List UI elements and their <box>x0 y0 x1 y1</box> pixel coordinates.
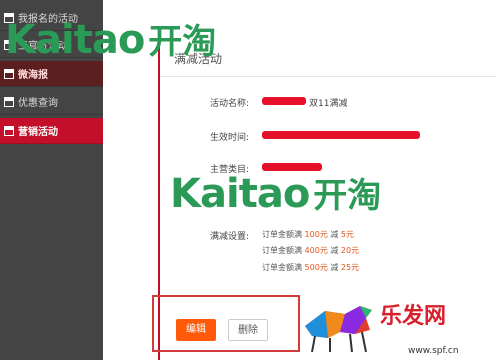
calendar-icon <box>4 96 14 107</box>
logo-text-cn: 开淘 <box>148 22 217 62</box>
sidebar-item-label: 优惠查询 <box>18 98 58 109</box>
rule-discount: 25元 <box>340 263 360 272</box>
discount-rule: 订单金额满 400元 减 20元 <box>262 245 359 256</box>
rule-discount: 5元 <box>340 230 355 239</box>
sidebar-item-label: 微海报 <box>18 70 48 81</box>
brand-url: www.spf.cn <box>408 346 459 356</box>
activity-name-label: 活动名称: <box>210 99 250 109</box>
kaitao-watermark-logo: Kaitao 开淘 <box>170 168 381 217</box>
rule-mid: 减 <box>330 246 339 255</box>
rule-prefix: 订单金额满 <box>262 230 302 239</box>
rule-amount: 400元 <box>304 246 328 255</box>
sidebar-item-discount-query[interactable]: 优惠查询 <box>0 89 103 115</box>
rule-mid: 减 <box>330 263 339 272</box>
rule-discount: 20元 <box>340 246 360 255</box>
rule-prefix: 订单金额满 <box>262 246 302 255</box>
discount-settings-label: 满减设置: <box>210 232 250 242</box>
logo-text-en: Kaitao <box>5 17 145 63</box>
bull-logo-icon <box>305 306 372 353</box>
sidebar-item-marketing-activities[interactable]: 营销活动 <box>0 118 103 144</box>
calendar-icon <box>4 68 14 79</box>
delete-button[interactable]: 删除 <box>228 319 268 341</box>
redaction-mark <box>262 131 420 139</box>
brand-watermark: 乐发网 www.spf.cn <box>300 296 459 360</box>
rule-prefix: 订单金额满 <box>262 263 302 272</box>
calendar-icon <box>4 125 14 136</box>
discount-rule: 订单金额满 500元 减 25元 <box>262 262 359 273</box>
logo-text-cn: 开淘 <box>313 176 382 216</box>
sidebar-item-micro-poster[interactable]: 微海报 <box>0 61 103 87</box>
rule-amount: 100元 <box>304 230 328 239</box>
edit-button[interactable]: 编辑 <box>176 319 216 341</box>
sidebar-item-label: 营销活动 <box>18 127 58 138</box>
rule-amount: 500元 <box>304 263 328 272</box>
kaitao-watermark-logo: Kaitao 开淘 <box>5 14 216 63</box>
effective-time-label: 生效时间: <box>210 133 250 143</box>
action-highlight-box <box>152 295 300 352</box>
redaction-mark <box>262 97 306 105</box>
rule-mid: 减 <box>330 230 339 239</box>
activity-name-value: 双11满减 <box>309 99 348 109</box>
brand-name: 乐发网 <box>380 304 447 329</box>
logo-text-en: Kaitao <box>170 171 310 217</box>
discount-rule: 订单金额满 100元 减 5元 <box>262 229 354 240</box>
